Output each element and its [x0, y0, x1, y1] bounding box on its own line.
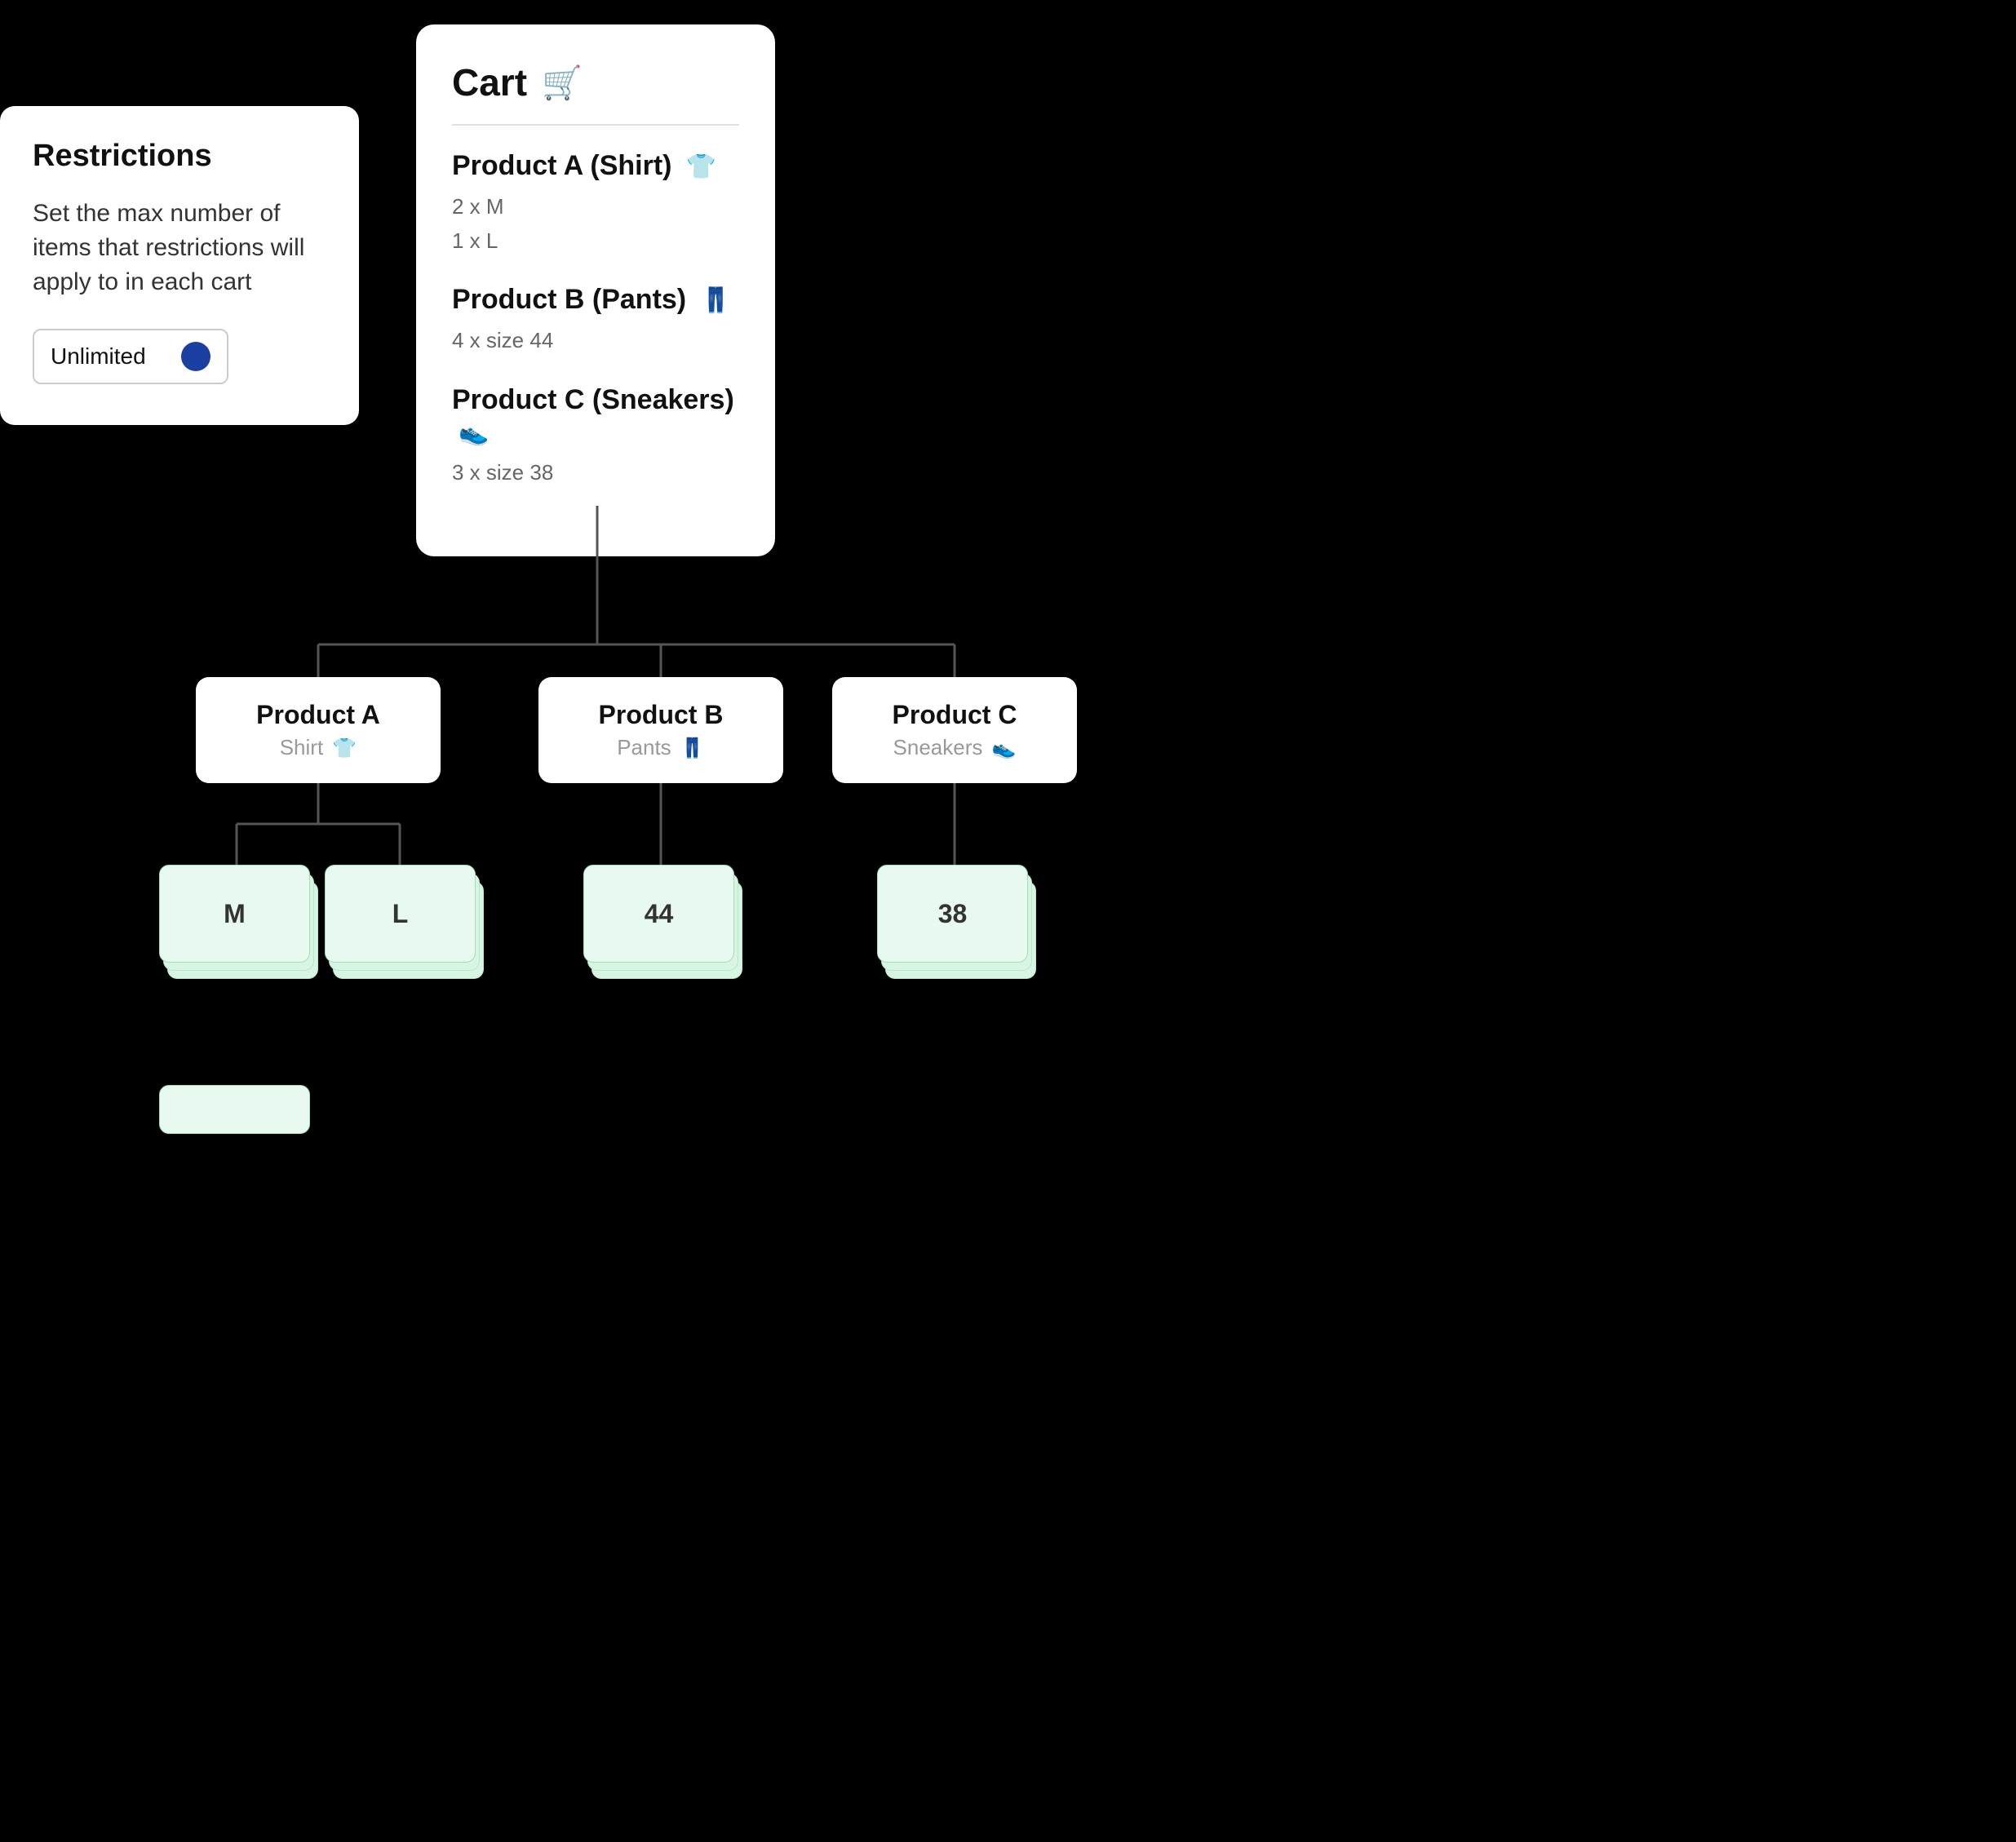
cart-divider [452, 124, 739, 126]
variant-m-wrapper: M [159, 865, 314, 979]
restrictions-description: Set the max number of items that restric… [33, 197, 326, 299]
variant-44-wrapper: 44 [583, 865, 738, 979]
cart-product-a-icon: 👕 [686, 153, 716, 180]
cart-header: Cart 🛒 [452, 60, 739, 104]
cart-product-c-detail: 3 x size 38 [452, 456, 739, 490]
cart-product-b: Product B (Pants) 👖 4 x size 44 [452, 284, 739, 358]
product-c-subtitle: Sneakers 👟 [852, 735, 1057, 760]
cart-product-a: Product A (Shirt) 👕 2 x M1 x L [452, 150, 739, 258]
cart-product-c-icon: 👟 [459, 419, 489, 446]
variant-38-wrapper: 38 [877, 865, 1032, 979]
cart-product-c-name: Product C (Sneakers) 👟 [452, 384, 739, 448]
variant-m-front: M [159, 865, 310, 963]
variant-38-stacked: 38 [877, 865, 1032, 979]
variant-l-front: L [325, 865, 476, 963]
restrictions-select-label: Unlimited [51, 343, 165, 370]
toggle-dot [181, 342, 210, 371]
variant-38-front: 38 [877, 865, 1028, 963]
product-c-node: Product C Sneakers 👟 [832, 677, 1077, 783]
product-a-icon: 👕 [332, 737, 357, 759]
cart-panel: Cart 🛒 Product A (Shirt) 👕 2 x M1 x L Pr… [416, 24, 775, 556]
restrictions-panel: Restrictions Set the max number of items… [0, 106, 359, 425]
product-b-subtitle: Pants 👖 [558, 735, 764, 760]
product-a-node: Product A Shirt 👕 [196, 677, 441, 783]
product-c-icon: 👟 [992, 737, 1017, 759]
variant-l-stacked: L [325, 865, 480, 979]
variant-44-front: 44 [583, 865, 734, 963]
restrictions-select[interactable]: Unlimited [33, 329, 228, 384]
cart-product-c-label: Product C (Sneakers) [452, 384, 734, 415]
product-b-node: Product B Pants 👖 [538, 677, 783, 783]
cart-product-b-detail: 4 x size 44 [452, 324, 739, 358]
diagram-area: Restrictions Set the max number of items… [0, 0, 2016, 1842]
restrictions-title: Restrictions [33, 139, 326, 174]
cart-product-b-label: Product B (Pants) [452, 284, 686, 315]
product-b-title: Product B [558, 700, 764, 730]
product-c-title: Product C [852, 700, 1057, 730]
cart-icon: 🛒 [542, 64, 583, 102]
product-a-subtitle: Shirt 👕 [215, 735, 421, 760]
cart-product-a-name: Product A (Shirt) 👕 [452, 150, 739, 182]
cart-product-b-name: Product B (Pants) 👖 [452, 284, 739, 316]
variant-l-wrapper: L [325, 865, 480, 979]
cart-product-b-icon: 👖 [701, 287, 731, 314]
cart-product-c: Product C (Sneakers) 👟 3 x size 38 [452, 384, 739, 490]
bottom-partial-card [159, 1085, 310, 1134]
cart-product-a-detail: 2 x M1 x L [452, 190, 739, 258]
variant-44-stacked: 44 [583, 865, 738, 979]
variant-m-stacked: M [159, 865, 314, 979]
cart-product-a-label: Product A (Shirt) [452, 150, 671, 181]
product-b-icon: 👖 [680, 737, 705, 759]
product-a-title: Product A [215, 700, 421, 730]
cart-title: Cart [452, 60, 527, 104]
